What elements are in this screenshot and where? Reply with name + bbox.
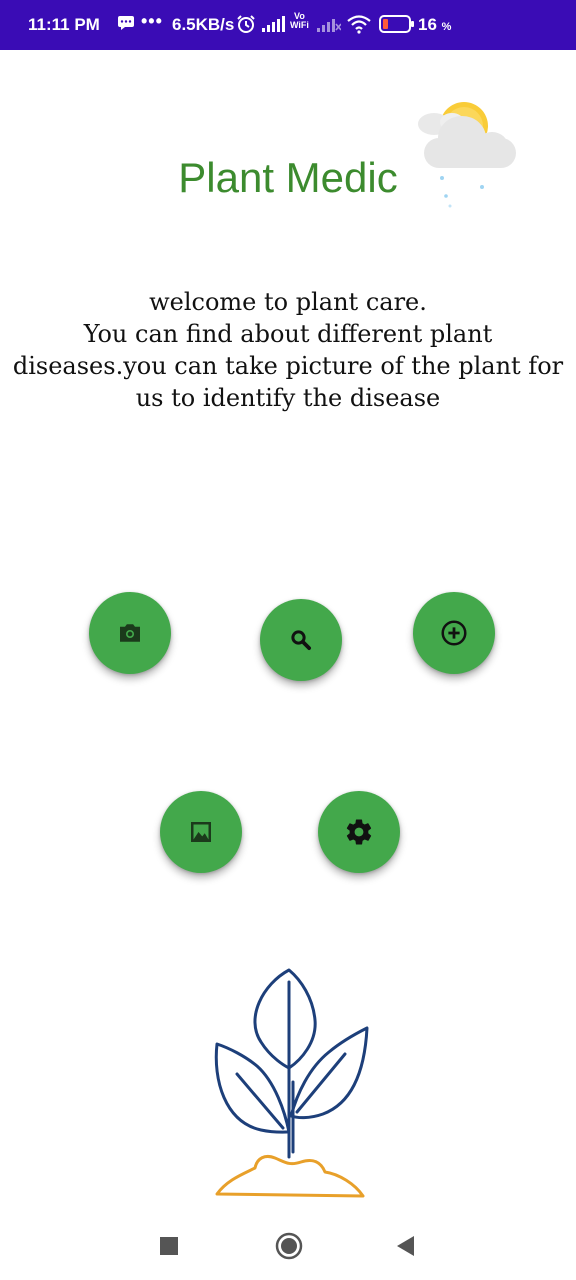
back-triangle-icon [397, 1236, 414, 1256]
status-bar: 11:11 PM ••• 6.5KB/s Vo WiFi 16 % [0, 0, 576, 50]
plant-illustration [214, 968, 369, 1198]
navigation-bar [0, 1215, 576, 1280]
back-button[interactable] [396, 1235, 416, 1260]
status-time: 11:11 PM [28, 15, 100, 34]
home-circle-icon [275, 1232, 303, 1260]
image-icon [191, 822, 211, 842]
vowifi-icon: Vo WiFi [290, 11, 309, 30]
camera-icon [120, 624, 140, 642]
add-circle-icon [441, 620, 467, 646]
add-button[interactable] [413, 592, 495, 674]
cell-signal-icon [262, 16, 285, 32]
gallery-button[interactable] [160, 791, 242, 873]
weather-cloud-icon [418, 102, 516, 208]
alarm-icon [237, 15, 255, 33]
cell-signal-2-icon [317, 19, 341, 32]
camera-button[interactable] [89, 592, 171, 674]
network-speed: 6.5KB/s [172, 15, 235, 34]
gear-icon [346, 819, 372, 845]
recents-button[interactable] [160, 1237, 178, 1258]
settings-button[interactable] [318, 791, 400, 873]
square-icon [160, 1237, 178, 1255]
more-notifications-icon: ••• [141, 11, 163, 31]
welcome-text: welcome to plant care. You can find abou… [12, 288, 564, 412]
search-button[interactable] [260, 599, 342, 681]
battery-level: 16 % [418, 15, 452, 34]
wifi-icon [347, 15, 371, 34]
home-button[interactable] [275, 1232, 303, 1263]
search-icon [291, 630, 311, 650]
message-icon [118, 16, 134, 30]
battery-icon [379, 15, 414, 33]
